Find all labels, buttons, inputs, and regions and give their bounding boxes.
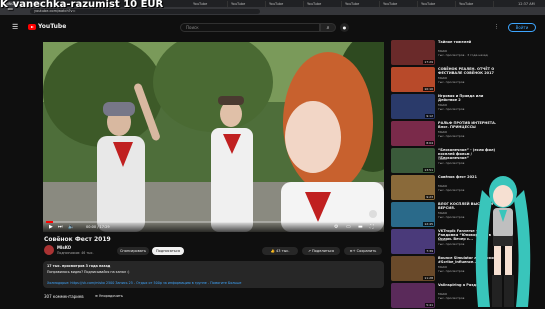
save-label: Сохранить <box>356 249 377 253</box>
search-icon[interactable]: ⌕ <box>320 23 336 32</box>
share-label: Поделиться <box>312 249 335 253</box>
progress-fill <box>46 221 53 223</box>
description-views: 17 тыс. просмотров 3 года назад <box>47 264 111 268</box>
time-display: 00:00 / 17:29 <box>86 225 110 229</box>
recommended-meta: тыс. просмотров <box>438 134 465 138</box>
comment-count: 307 комментариев <box>44 294 84 299</box>
save-button[interactable]: ≡+ Сохранить <box>344 247 382 255</box>
recommended-video[interactable]: 17:29 Тайное тяжелей MlsKO тыс. просмотров … <box>391 40 541 66</box>
video-duration: 9:12 <box>425 114 434 118</box>
subscriber-count: Подписчиков: 46 тыс. <box>57 251 94 255</box>
sponsor-button[interactable]: Спонсировать <box>117 247 149 255</box>
youtube-logo-text[interactable]: YouTube <box>38 23 66 30</box>
like-count: 43 тыс. <box>276 249 290 253</box>
video-thumbnail[interactable]: 13:51 <box>391 148 435 173</box>
video-thumbnail[interactable]: 10:10 <box>391 67 435 92</box>
fullscreen-icon[interactable]: ⛶ <box>370 224 374 230</box>
vtuber-avatar <box>475 176 531 307</box>
video-duration: 9:23 <box>425 195 434 199</box>
video-duration: 5:41 <box>425 303 434 307</box>
recommended-meta: тыс. просмотров <box>438 269 465 273</box>
play-icon[interactable]: ▶ <box>49 224 53 230</box>
video-duration: 10:10 <box>423 87 434 91</box>
miniplayer-icon[interactable]: ▭ <box>346 224 351 230</box>
recommended-title[interactable]: СОВЁНОК РЕАЛЕН. ОТЧЁТ О ФЕСТИВАЛЕ СОВЁНО… <box>438 67 498 75</box>
more-icon[interactable]: ⋮ <box>494 24 499 30</box>
youtube-logo-icon[interactable] <box>28 24 36 30</box>
description-link[interactable]: Холмодорье: https://vk.com/mlsko 2500 За… <box>47 281 241 285</box>
recommended-title[interactable]: Игровая и Правда или Действие 2 <box>438 94 498 102</box>
menu-icon[interactable]: ☰ <box>12 24 18 31</box>
recommended-meta: тыс. просмотров <box>438 242 465 246</box>
recommended-video[interactable]: 10:10 СОВЁНОК РЕАЛЕН. ОТЧЁТ О ФЕСТИВАЛЕ С… <box>391 67 541 93</box>
search-input[interactable]: Поиск <box>180 23 320 32</box>
recommended-video[interactable]: 8:04 РАЛЬФ ПРОТИВ ИНТЕРНЕТА. Влог. ПРИНЦЕ… <box>391 121 541 147</box>
recommended-meta: тыс. просмотров <box>438 80 465 84</box>
recommended-video[interactable]: 9:12 Игровая и Правда или Действие 2 MlsKO… <box>391 94 541 120</box>
progress-bar[interactable] <box>46 221 381 223</box>
volume-icon[interactable]: 🔈 <box>68 224 74 230</box>
subscribe-button[interactable]: Подписаться <box>152 247 184 255</box>
video-thumbnail[interactable]: 5:41 <box>391 283 435 308</box>
next-icon[interactable]: ⏭ <box>58 224 63 230</box>
video-thumbnail[interactable]: 9:23 <box>391 175 435 200</box>
channel-name[interactable]: MlsKO <box>57 245 71 250</box>
settings-icon[interactable]: ⚙ <box>334 224 338 230</box>
video-player[interactable] <box>43 42 384 232</box>
video-duration: 17:29 <box>423 60 434 64</box>
sort-label: Упорядочить <box>99 294 123 298</box>
recommended-meta: тыс. просмотров · 3 года назад <box>438 53 488 57</box>
recommended-title[interactable]: РАЛЬФ ПРОТИВ ИНТЕРНЕТА. Влог. ПРИНЦЕССЫ <box>438 121 498 129</box>
video-thumbnail[interactable]: 12:45 <box>391 202 435 227</box>
video-frame <box>43 42 384 232</box>
video-duration: 8:04 <box>425 141 434 145</box>
video-title: Совёнок Фест 2019 <box>44 236 111 243</box>
video-thumbnail[interactable]: 7:39 <box>391 229 435 254</box>
donation-overlay: K_vanechka-razumist 10 EUR <box>0 0 164 10</box>
theater-icon[interactable]: ▬ <box>358 224 363 230</box>
mic-icon[interactable]: ● <box>340 23 349 32</box>
video-duration: 12:45 <box>423 222 434 226</box>
recommended-meta: тыс. просмотров <box>438 215 465 219</box>
video-thumbnail[interactable]: 8:04 <box>391 121 435 146</box>
recommended-meta: тыс. просмотров <box>438 107 465 111</box>
video-thumbnail[interactable]: 11:28 <box>391 256 435 281</box>
sort-button[interactable]: ≡ Упорядочить <box>95 294 123 298</box>
video-thumbnail[interactable]: 9:12 <box>391 94 435 119</box>
share-button[interactable]: ↗ Поделиться <box>302 247 340 255</box>
description-text: Понравилось видео? Подписывайся на канал… <box>47 270 130 274</box>
video-thumbnail[interactable]: 17:29 <box>391 40 435 65</box>
recommended-title[interactable]: Тайное тяжелей <box>438 40 498 44</box>
recommended-meta: тыс. просмотров <box>438 161 465 165</box>
recommended-meta: тыс. просмотров <box>438 188 465 192</box>
like-button[interactable]: 👍 43 тыс. <box>262 247 298 255</box>
signin-button[interactable]: Войти <box>508 23 536 32</box>
save-icon: ≡+ <box>349 249 357 253</box>
recommended-meta: тыс. просмотров <box>438 296 465 300</box>
video-duration: 13:51 <box>423 168 434 172</box>
channel-avatar[interactable] <box>44 245 54 255</box>
video-duration: 7:39 <box>425 249 434 253</box>
video-duration: 11:28 <box>423 276 434 280</box>
